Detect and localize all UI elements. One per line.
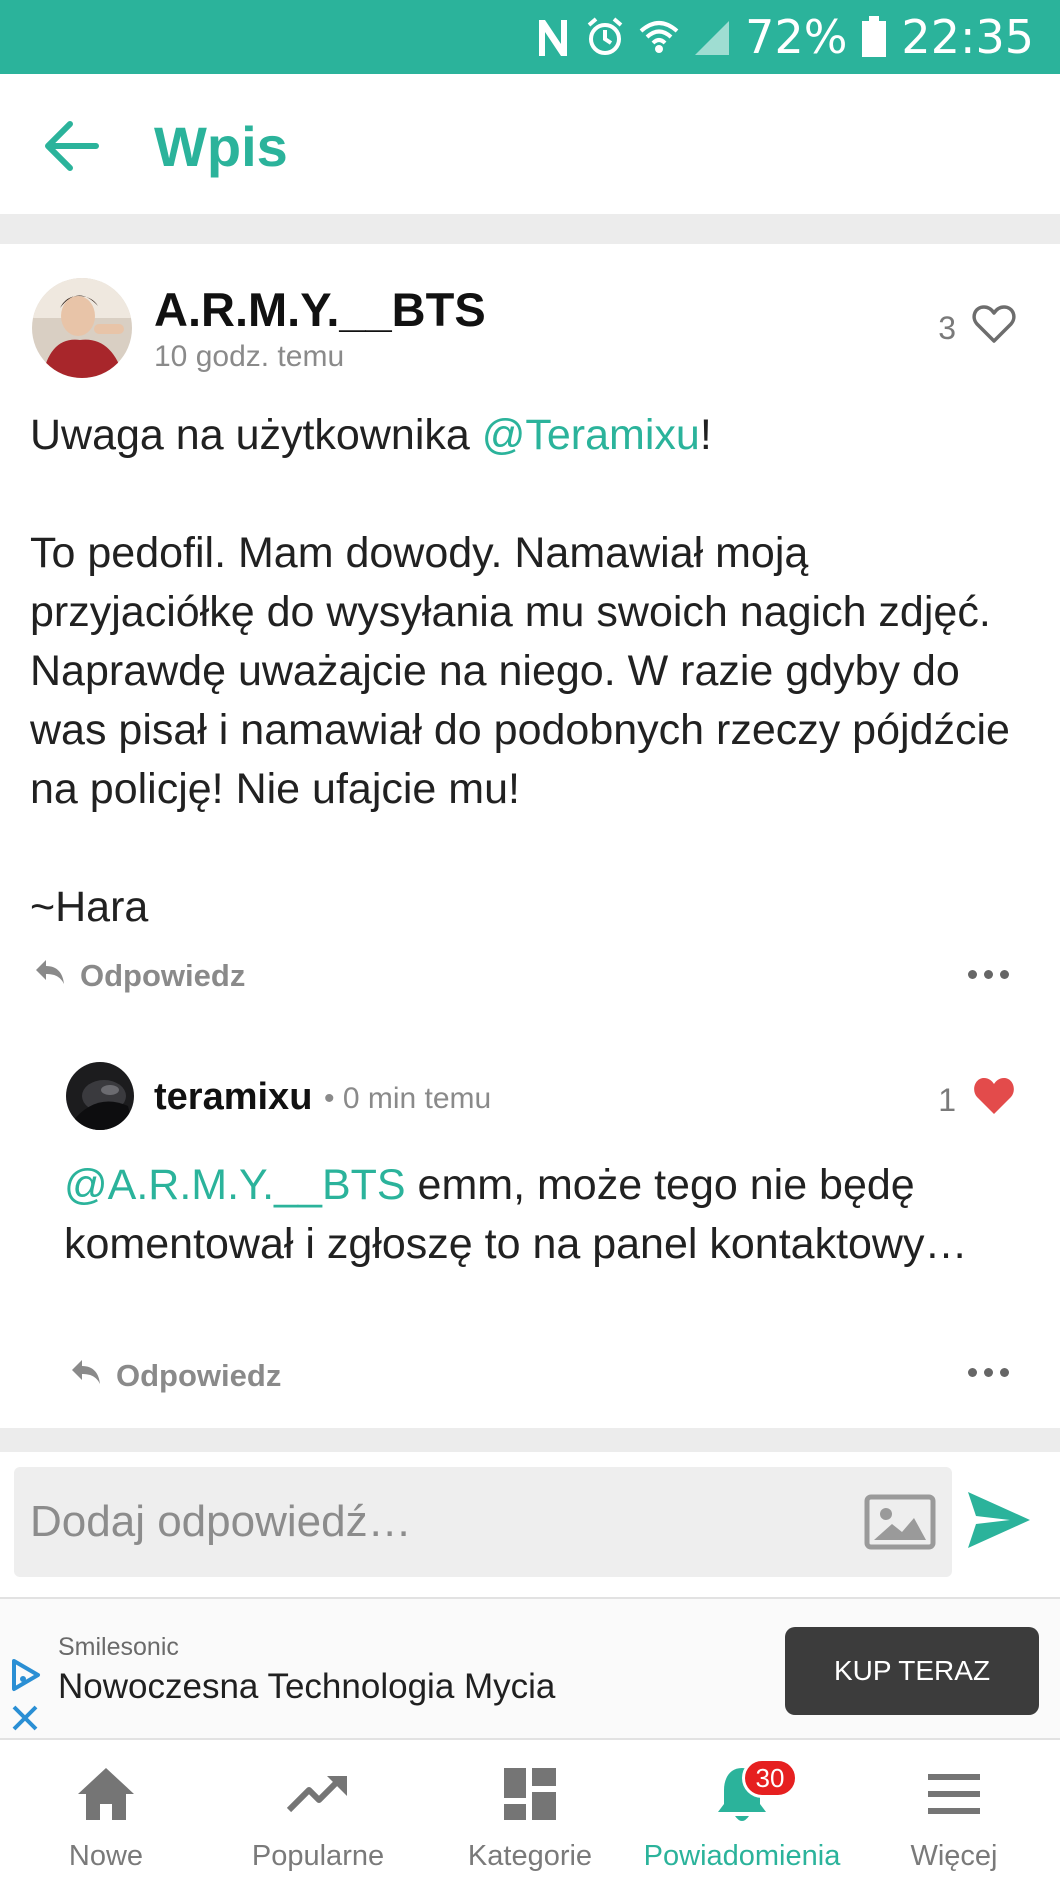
mention-link[interactable]: @Teramixu [482,411,700,459]
reply-input[interactable]: Dodaj odpowiedź… [14,1467,952,1577]
nav-label: Powiadomienia [643,1840,841,1872]
trending-icon [287,1762,349,1826]
nfc-icon [535,16,571,58]
like-count: 3 [938,309,956,346]
arrow-left-icon[interactable] [40,118,102,174]
like-button[interactable]: 3 [938,304,1016,352]
battery-icon [861,16,887,58]
app-bar: Wpis [0,74,1060,214]
divider-band [0,1428,1060,1452]
post-time: 10 godz. temu [154,340,345,373]
post-author[interactable]: A.R.M.Y.__BTS [154,282,486,337]
comment-mention-link[interactable]: @A.R.M.Y.__BTS [64,1161,406,1209]
nav-item-nowe[interactable]: Nowe [0,1742,212,1884]
nav-item-popularne[interactable]: Popularne [212,1742,424,1884]
bottom-navigation: Nowe Popularne Kategorie 30 Powiadomieni… [0,1742,1060,1884]
nav-label: Kategorie [467,1840,593,1872]
adchoices-icon[interactable] [8,1657,44,1698]
reply-icon [34,958,66,994]
more-options-icon[interactable] [968,970,1009,979]
comment-more-options-icon[interactable] [968,1368,1009,1377]
status-bar: 72% 22:35 [0,0,1060,74]
reply-button[interactable]: Odpowiedz [34,958,245,994]
reply-icon [70,1358,102,1394]
divider-band [0,214,1060,244]
menu-icon [926,1762,982,1826]
comment-reply-button[interactable]: Odpowiedz [70,1358,281,1394]
heart-filled-icon [972,1076,1016,1124]
page-title: Wpis [154,115,288,178]
signal-icon [693,17,731,57]
comment-reply-label: Odpowiedz [116,1358,282,1393]
nav-item-kategorie[interactable]: Kategorie [424,1742,636,1884]
reply-input-placeholder: Dodaj odpowiedź… [30,1497,412,1546]
post-body-paragraph: To pedofil. Mam dowody. Namawiał moją pr… [30,529,1010,813]
wifi-icon [639,17,679,57]
ad-headline[interactable]: Nowoczesna Technologia Mycia [58,1667,555,1707]
comment-like-button[interactable]: 1 [938,1076,1016,1124]
post-signature: ~Hara [30,883,149,931]
post-body-line1: Uwaga na użytkownika @Teramixu! [30,411,712,459]
post-body: Uwaga na użytkownika @Teramixu! To pedof… [30,406,1030,937]
nav-label: Nowe [68,1840,144,1872]
nav-label: Więcej [910,1840,998,1872]
notification-badge: 30 [742,1758,798,1798]
comment-time: • 0 min temu [324,1082,492,1115]
comment-avatar[interactable] [66,1062,134,1130]
dashboard-icon [502,1762,558,1826]
nav-item-powiadomienia[interactable]: 30 Powiadomienia [636,1742,848,1884]
image-attach-icon[interactable] [864,1494,936,1555]
avatar[interactable] [32,278,132,378]
home-icon [76,1762,136,1826]
comment-author[interactable]: teramixu [154,1076,312,1119]
ad-banner[interactable]: Smilesonic Nowoczesna Technologia Mycia … [0,1597,1060,1740]
reply-label: Odpowiedz [80,958,246,993]
comment-body: @A.R.M.Y.__BTS emm, może tego nie będę k… [64,1161,968,1268]
send-icon[interactable] [966,1490,1032,1555]
alarm-icon [585,16,625,58]
clock: 22:35 [901,10,1034,64]
battery-percentage: 72% [745,10,848,64]
ad-brand: Smilesonic [58,1633,179,1661]
ad-cta-button[interactable]: KUP TERAZ [785,1627,1039,1715]
nav-label: Popularne [251,1840,385,1872]
comment-like-count: 1 [938,1081,956,1118]
nav-item-wiecej[interactable]: Więcej [848,1742,1060,1884]
heart-outline-icon [972,304,1016,352]
bell-icon: 30 [714,1758,798,1826]
close-icon[interactable] [10,1703,40,1738]
